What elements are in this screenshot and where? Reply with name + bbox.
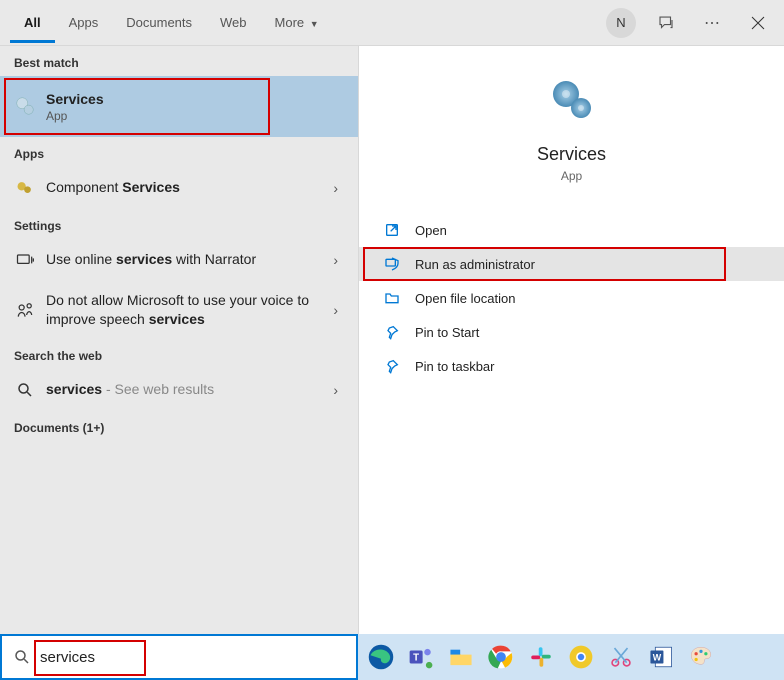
main-area: Best match Services App Apps Component S… xyxy=(0,46,784,634)
feedback-icon[interactable] xyxy=(650,7,682,39)
result-component-services[interactable]: Component Services › xyxy=(0,167,358,209)
search-icon xyxy=(12,647,32,667)
more-options-icon[interactable]: ⋯ xyxy=(696,7,728,39)
section-best-match: Best match xyxy=(0,46,358,76)
taskbar-snip-icon[interactable] xyxy=(604,640,638,674)
tab-all[interactable]: All xyxy=(10,3,55,43)
chevron-right-icon[interactable]: › xyxy=(327,382,344,398)
folder-icon xyxy=(383,289,401,307)
section-search-web: Search the web xyxy=(0,339,358,369)
chevron-right-icon[interactable]: › xyxy=(327,180,344,196)
taskbar-edge-icon[interactable] xyxy=(364,640,398,674)
action-label: Pin to Start xyxy=(415,325,479,340)
action-open[interactable]: Open xyxy=(359,213,784,247)
tab-apps[interactable]: Apps xyxy=(55,3,113,43)
narrator-icon xyxy=(14,249,36,271)
taskbar-teams-icon[interactable]: T xyxy=(404,640,438,674)
action-pin-to-taskbar[interactable]: Pin to taskbar xyxy=(359,349,784,383)
top-tab-bar: All Apps Documents Web More ▼ N ⋯ xyxy=(0,0,784,46)
services-large-icon xyxy=(548,76,596,124)
tab-documents[interactable]: Documents xyxy=(112,3,206,43)
action-pin-to-start[interactable]: Pin to Start xyxy=(359,315,784,349)
action-label: Open file location xyxy=(415,291,515,306)
taskbar-paint-icon[interactable] xyxy=(684,640,718,674)
preview-title: Services xyxy=(537,144,606,165)
taskbar: T W xyxy=(358,634,784,680)
result-label: services - See web results xyxy=(46,380,327,399)
results-panel: Best match Services App Apps Component S… xyxy=(0,46,358,634)
tab-more[interactable]: More ▼ xyxy=(261,3,333,43)
result-narrator-services[interactable]: Use online services with Narrator › xyxy=(0,239,358,281)
action-label: Open xyxy=(415,223,447,238)
action-label: Run as administrator xyxy=(415,257,535,272)
taskbar-slack-icon[interactable] xyxy=(524,640,558,674)
taskbar-explorer-icon[interactable] xyxy=(444,640,478,674)
action-run-as-administrator[interactable]: Run as administrator xyxy=(359,247,784,281)
taskbar-chrome-icon[interactable] xyxy=(484,640,518,674)
best-match-result[interactable]: Services App xyxy=(0,76,358,137)
chevron-right-icon[interactable]: › xyxy=(327,252,344,268)
admin-icon xyxy=(383,255,401,273)
section-documents: Documents (1+) xyxy=(0,411,358,441)
search-input[interactable] xyxy=(40,649,346,666)
result-speech-services[interactable]: Do not allow Microsoft to use your voice… xyxy=(0,281,358,339)
action-open-file-location[interactable]: Open file location xyxy=(359,281,784,315)
chevron-down-icon: ▼ xyxy=(310,19,319,29)
preview-actions: Open Run as administrator Open file loca… xyxy=(359,207,784,389)
svg-text:T: T xyxy=(413,652,419,663)
result-label: Do not allow Microsoft to use your voice… xyxy=(46,291,327,329)
preview-subtitle: App xyxy=(561,169,582,183)
chevron-right-icon[interactable]: › xyxy=(327,302,344,318)
section-settings: Settings xyxy=(0,209,358,239)
open-icon xyxy=(383,221,401,239)
preview-panel: Services App Open Run as administrator O… xyxy=(358,46,784,634)
result-label: Component Services xyxy=(46,178,327,197)
pin-icon xyxy=(383,323,401,341)
action-label: Pin to taskbar xyxy=(415,359,495,374)
speech-icon xyxy=(14,299,36,321)
user-avatar[interactable]: N xyxy=(606,8,636,38)
preview-hero: Services App xyxy=(359,66,784,207)
taskbar-chrome-canary-icon[interactable] xyxy=(564,640,598,674)
search-filter-tabs: All Apps Documents Web More ▼ xyxy=(10,3,333,43)
search-bar[interactable] xyxy=(0,634,358,680)
svg-text:W: W xyxy=(653,652,662,662)
search-icon xyxy=(14,379,36,401)
result-web-services[interactable]: services - See web results › xyxy=(0,369,358,411)
section-apps: Apps xyxy=(0,137,358,167)
tab-web[interactable]: Web xyxy=(206,3,261,43)
result-label: Use online services with Narrator xyxy=(46,250,327,269)
pin-icon xyxy=(383,357,401,375)
taskbar-word-icon[interactable]: W xyxy=(644,640,678,674)
annotation-box xyxy=(4,78,270,135)
top-right-controls: N ⋯ xyxy=(606,7,774,39)
component-services-icon xyxy=(14,177,36,199)
close-icon[interactable] xyxy=(742,7,774,39)
